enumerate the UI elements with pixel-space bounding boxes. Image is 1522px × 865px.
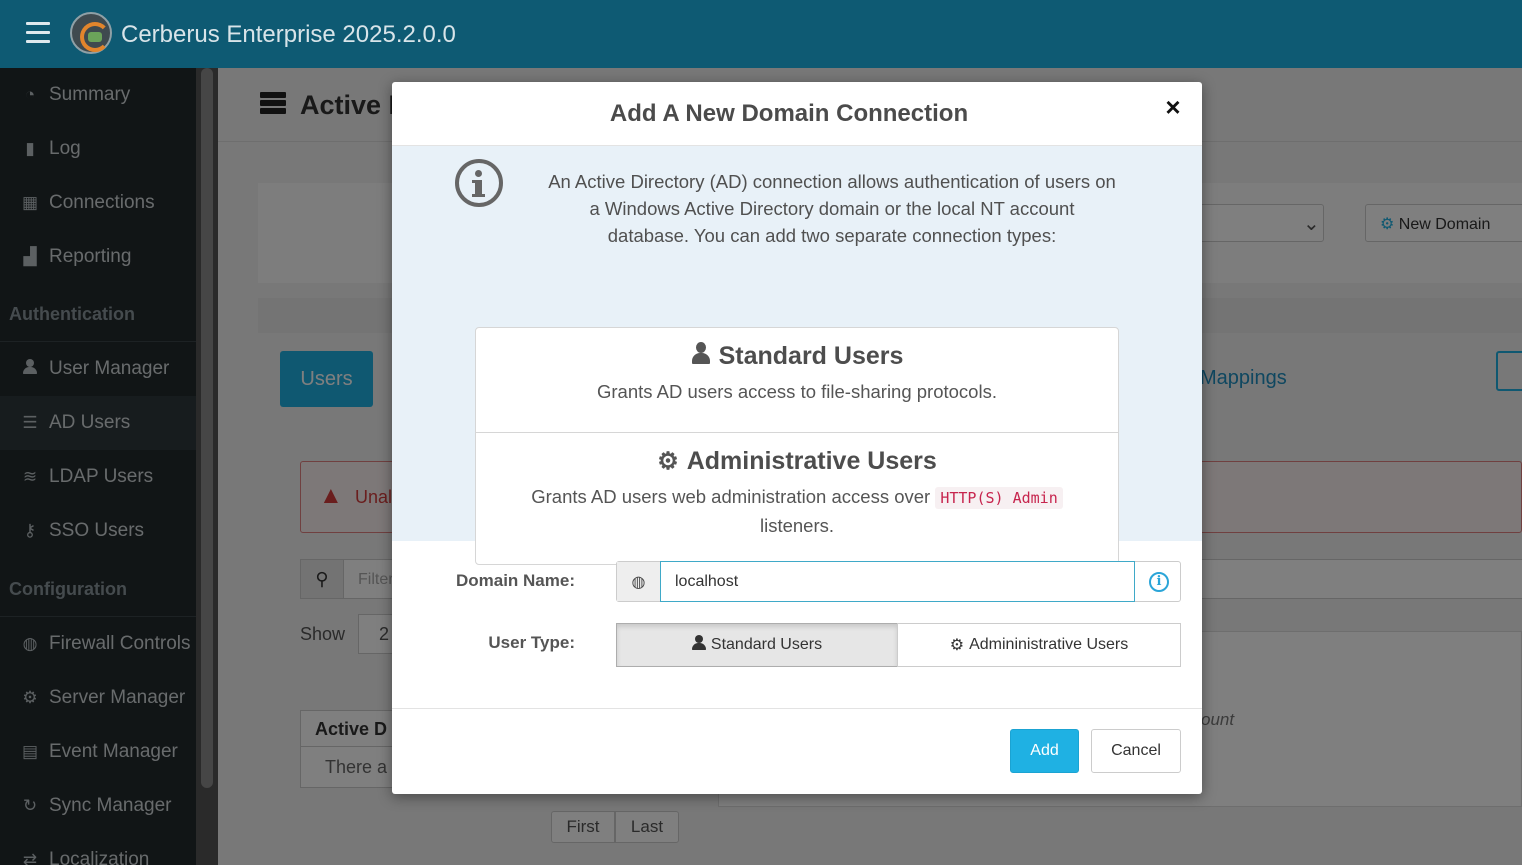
top-bar: Cerberus Enterprise 2025.2.0.0 (0, 0, 1522, 68)
add-button[interactable]: Add (1010, 729, 1079, 773)
user-icon (691, 342, 711, 371)
hamburger-menu-icon[interactable] (26, 22, 50, 44)
cerberus-logo (70, 12, 112, 54)
connection-types-card: Standard Users Grants AD users access to… (475, 327, 1119, 565)
cancel-button[interactable]: Cancel (1091, 729, 1181, 773)
user-type-standard-button[interactable]: Standard Users (616, 623, 898, 667)
standard-users-row: Standard Users Grants AD users access to… (476, 328, 1118, 433)
admin-desc-end: listeners. (759, 515, 835, 536)
domain-name-input[interactable] (660, 561, 1135, 602)
gear-icon: ⚙ (949, 637, 965, 654)
user-type-admin-button[interactable]: ⚙ Admininistrative Users (897, 623, 1181, 667)
add-domain-modal: Add A New Domain Connection × An Active … (392, 82, 1202, 794)
modal-title: Add A New Domain Connection (609, 100, 969, 127)
close-icon[interactable]: × (1162, 94, 1184, 120)
user-type-standard-label: Standard Users (710, 636, 823, 653)
modal-header: Add A New Domain Connection × (392, 82, 1202, 146)
info-text: An Active Directory (AD) connection allo… (548, 171, 1116, 246)
app-title: Cerberus Enterprise 2025.2.0.0 (121, 21, 456, 48)
user-icon (691, 635, 706, 655)
admin-users-desc: Grants AD users web administration acces… (476, 483, 1118, 539)
info-section: An Active Directory (AD) connection allo… (392, 146, 1202, 565)
domain-info-icon[interactable]: i (1137, 562, 1181, 601)
standard-users-title: Standard Users (718, 342, 904, 370)
globe-icon: ◍ (617, 562, 661, 601)
standard-users-desc: Grants AD users access to file-sharing p… (597, 381, 997, 402)
domain-name-label: Domain Name: (455, 571, 575, 590)
domain-name-group: ◍ i (616, 561, 1181, 602)
http-admin-code: HTTP(S) Admin (935, 487, 1063, 509)
user-type-admin-label: Admininistrative Users (969, 636, 1129, 653)
admin-desc-text: Grants AD users web administration acces… (531, 486, 931, 507)
admin-users-title: Administrative Users (686, 447, 937, 475)
info-circle-icon (455, 159, 503, 207)
modal-footer: Add Cancel (392, 708, 1202, 794)
user-type-label: User Type: (488, 633, 575, 652)
admin-users-row: ⚙ Administrative Users Grants AD users we… (476, 433, 1118, 564)
user-type-toggle: Standard Users ⚙ Admininistrative Users (616, 623, 1181, 667)
gear-icon: ⚙ (657, 448, 679, 475)
